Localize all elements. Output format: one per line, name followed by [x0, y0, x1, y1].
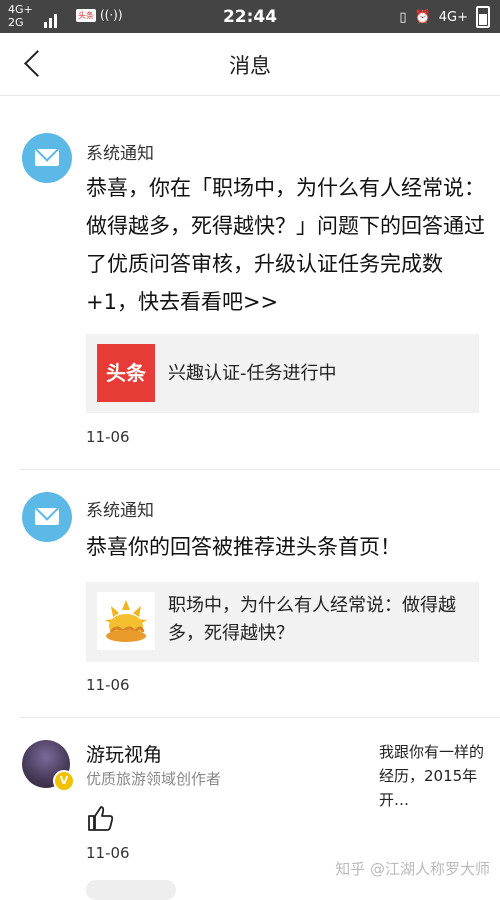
card-text: 职场中，为什么有人经常说：做得越多，死得越快？: [168, 595, 456, 644]
timestamp: 11-06: [86, 676, 130, 694]
alarm-icon: ⏰: [414, 9, 431, 25]
page-title: 消息: [229, 54, 271, 78]
thumbs-up-icon[interactable]: [86, 803, 116, 833]
linked-card[interactable]: 职场中，为什么有人经常说：做得越多，死得越快？: [86, 582, 479, 662]
vibrate-icon: ▯: [399, 9, 407, 25]
user-name[interactable]: 游玩视角: [86, 740, 162, 767]
battery-icon: [476, 6, 490, 28]
list-item[interactable]: 系统通知 恭喜，你在「职场中，为什么有人经常说：做得越多，死得越快？」问题下的回…: [0, 95, 500, 470]
verified-badge-icon: V: [53, 770, 75, 792]
toutiao-logo: 头条: [97, 344, 155, 402]
list-item[interactable]: 系统通知 恭喜你的回答被推荐进头条首页！ 职场中，为什么有人经常说：做得越多，死…: [0, 470, 500, 718]
sender-name: 系统通知: [86, 144, 154, 164]
sender-name: 系统通知: [86, 501, 154, 521]
card-text: 兴趣认证-任务进行中: [168, 363, 337, 384]
quoted-comment[interactable]: 我跟你有一样的经历，2015年开…: [379, 740, 489, 812]
user-title: 优质旅游领域创作者: [86, 770, 222, 788]
nav-bar: 消息: [0, 33, 500, 96]
mail-icon: [22, 492, 72, 542]
message-text[interactable]: 恭喜，你在「职场中，为什么有人经常说：做得越多，死得越快？」问题下的回答通过了优…: [86, 169, 486, 321]
linked-card[interactable]: 头条 兴趣认证-任务进行中: [86, 334, 479, 413]
message-text[interactable]: 恭喜你的回答被推荐进头条首页！: [86, 528, 486, 566]
mail-icon: [22, 133, 72, 183]
status-bar: 4G+ 2G 头条 ((·)) 22:44 ▯ ⏰ 4G+: [0, 0, 500, 33]
timestamp: 11-06: [86, 844, 130, 862]
network-right: 4G+: [438, 9, 468, 25]
status-right: ▯ ⏰ 4G+: [399, 6, 490, 28]
timestamp: 11-06: [86, 428, 130, 446]
next-item-placeholder: [86, 880, 176, 900]
watermark: 知乎 @江湖人称罗大师: [335, 860, 490, 878]
sun-cloud-icon: [97, 592, 155, 650]
